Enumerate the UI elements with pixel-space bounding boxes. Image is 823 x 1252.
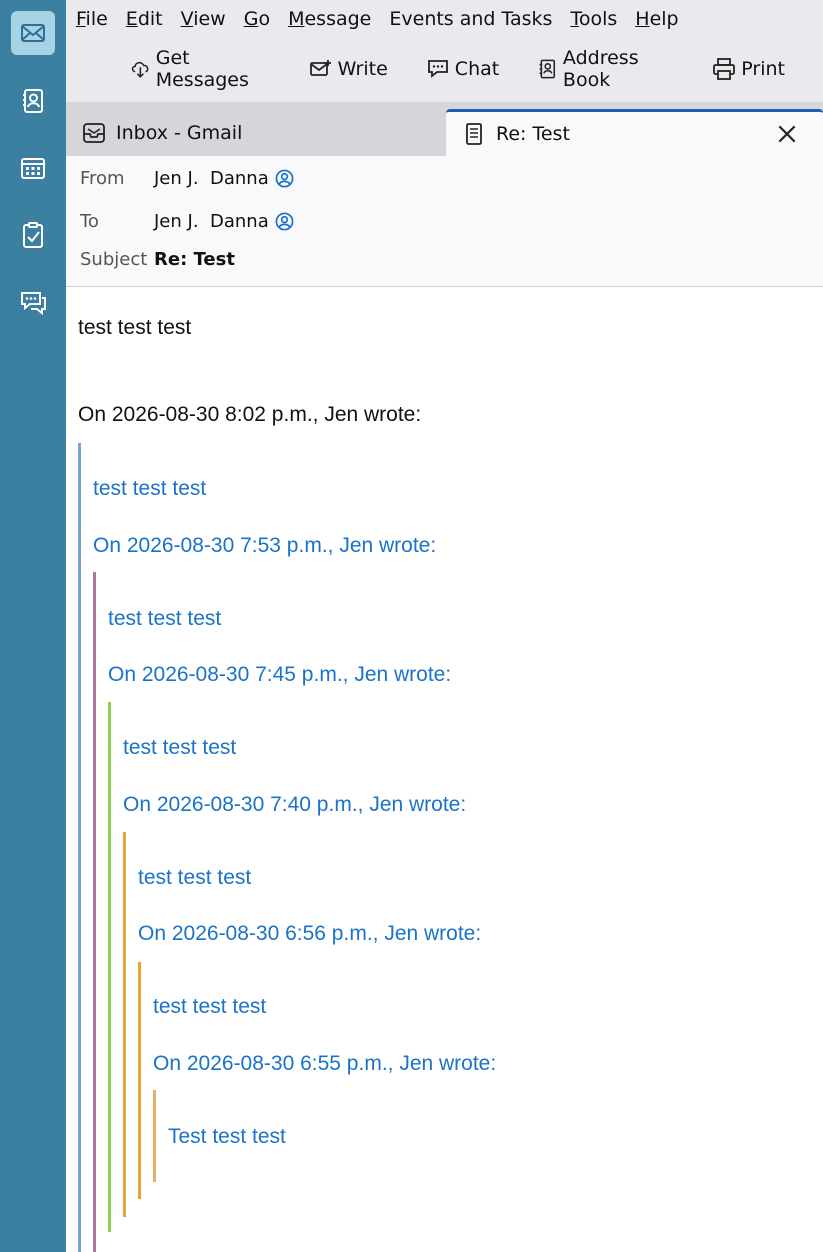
to-value[interactable]: Jen J. Danna — [154, 211, 269, 232]
mail-space-button[interactable] — [11, 11, 55, 55]
subject-row: Subject Re: Test — [80, 249, 235, 270]
quote-text-1: test test test — [93, 477, 207, 500]
from-row: From Jen J. Danna — [80, 168, 294, 189]
message-body: test test test On 2026-08-30 8:02 p.m., … — [66, 287, 823, 1252]
menu-tools[interactable]: Tools — [570, 6, 617, 32]
quote-bar-level-6 — [153, 1090, 156, 1182]
menu-help[interactable]: Help — [635, 6, 678, 32]
from-value[interactable]: Jen J. Danna — [154, 168, 269, 189]
address-book-icon — [539, 59, 556, 79]
quote-attribution-5: On 2026-08-30 6:55 p.m., Jen wrote: — [153, 1052, 497, 1075]
top-toolbar-area: File Edit View Go Message Events and Tas… — [66, 0, 823, 102]
quote-attribution-2: On 2026-08-30 7:45 p.m., Jen wrote: — [108, 663, 452, 686]
subject-value: Re: Test — [154, 249, 235, 270]
from-label: From — [80, 168, 125, 189]
tab-inbox[interactable]: Inbox - Gmail — [82, 109, 242, 156]
message-document-icon — [466, 123, 482, 145]
menu-file[interactable]: File — [76, 6, 108, 32]
reply-text: test test test — [78, 316, 192, 339]
calendar-icon — [21, 158, 45, 179]
to-row: To Jen J. Danna — [80, 211, 294, 232]
write-button[interactable]: Write — [309, 57, 388, 81]
quote-bar-level-3 — [108, 702, 111, 1232]
quote-bar-level-5 — [138, 962, 141, 1199]
print-button[interactable]: Print — [712, 57, 785, 81]
chat-icon — [21, 292, 46, 316]
contact-icon[interactable] — [275, 212, 294, 231]
close-icon[interactable] — [775, 122, 799, 146]
chat-bubble-icon — [427, 60, 448, 78]
tab-message[interactable]: Re: Test — [446, 109, 823, 156]
address-book-space-button[interactable] — [11, 79, 55, 123]
quote-text-4: test test test — [138, 866, 252, 889]
tasks-icon — [23, 222, 43, 248]
contact-icon[interactable] — [275, 169, 294, 188]
menubar: File Edit View Go Message Events and Tas… — [76, 6, 697, 32]
message-header: From Jen J. Danna To Jen J. Danna Subjec… — [66, 156, 823, 287]
mail-icon — [21, 24, 45, 42]
quote-attribution-4: On 2026-08-30 6:56 p.m., Jen wrote: — [138, 922, 482, 945]
quote-bar-level-2 — [93, 572, 96, 1252]
quote-text-6: Test test test — [168, 1125, 286, 1148]
address-book-button[interactable]: Address Book — [537, 47, 674, 91]
quote-attribution-3: On 2026-08-30 7:40 p.m., Jen wrote: — [123, 793, 467, 816]
mail-toolbar: Get Messages Write Chat Address Book Pri… — [130, 47, 823, 91]
to-label: To — [80, 211, 99, 232]
calendar-space-button[interactable] — [11, 146, 55, 190]
download-cloud-icon — [131, 61, 149, 78]
menu-edit[interactable]: Edit — [126, 6, 163, 32]
reply-attribution: On 2026-08-30 8:02 p.m., Jen wrote: — [78, 403, 422, 426]
get-messages-button[interactable]: Get Messages — [130, 47, 271, 91]
spaces-toolbar — [0, 0, 66, 1252]
compose-icon — [309, 60, 331, 76]
quote-text-3: test test test — [123, 736, 237, 759]
quote-text-5: test test test — [153, 995, 267, 1018]
quote-bar-level-4 — [123, 832, 126, 1217]
address-book-icon — [23, 89, 43, 113]
subject-label: Subject — [80, 249, 148, 270]
menu-go[interactable]: Go — [244, 6, 270, 32]
tab-strip: Inbox - Gmail Re: Test — [66, 102, 823, 156]
quote-text-2: test test test — [108, 607, 222, 630]
quote-bar-level-1 — [78, 443, 81, 1252]
chat-space-button[interactable] — [11, 280, 55, 324]
menu-message[interactable]: Message — [288, 6, 371, 32]
chat-button[interactable]: Chat — [426, 57, 499, 81]
quote-attribution-1: On 2026-08-30 7:53 p.m., Jen wrote: — [93, 534, 437, 557]
menu-events-and-tasks[interactable]: Events and Tasks — [389, 6, 552, 32]
tasks-space-button[interactable] — [11, 213, 55, 257]
menu-view[interactable]: View — [181, 6, 226, 32]
inbox-icon — [83, 122, 105, 143]
printer-icon — [713, 58, 736, 80]
